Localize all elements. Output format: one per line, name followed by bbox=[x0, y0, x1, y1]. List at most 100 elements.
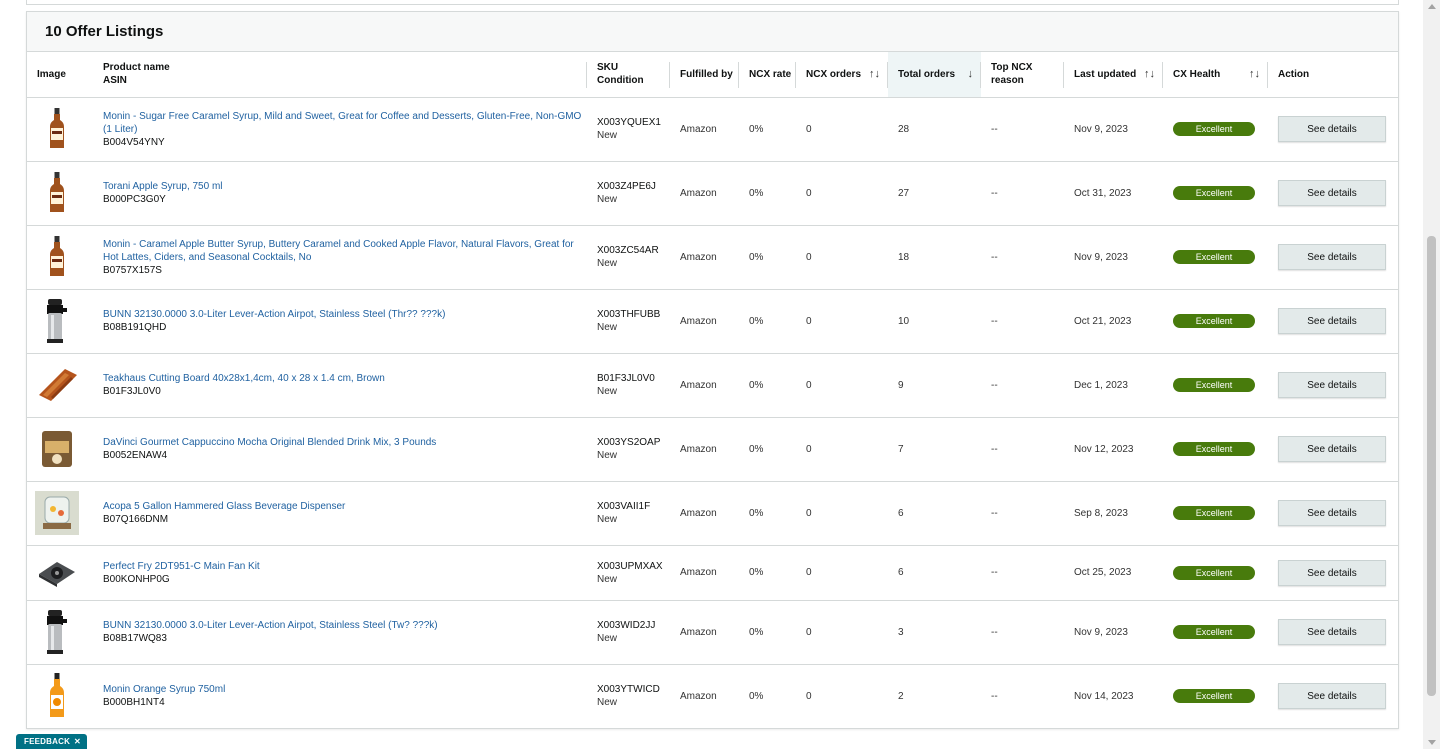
ncx-orders-cell: 0 bbox=[796, 289, 888, 354]
last-updated-cell: Oct 25, 2023 bbox=[1064, 545, 1163, 601]
product-cell: Teakhaus Cutting Board 40x28x1,4cm, 40 x… bbox=[93, 353, 587, 418]
condition-text: New bbox=[597, 573, 618, 585]
top-ncx-reason-cell: -- bbox=[981, 353, 1064, 418]
col-action-header: Action bbox=[1268, 52, 1398, 98]
product-name-link[interactable]: Teakhaus Cutting Board 40x28x1,4cm, 40 x… bbox=[103, 372, 587, 385]
ncx-rate-cell: 0% bbox=[739, 97, 796, 162]
asin-text: B07Q166DNM bbox=[103, 514, 169, 525]
action-cell: See details bbox=[1268, 289, 1398, 354]
beverage-dispenser-icon[interactable] bbox=[35, 491, 79, 535]
cx-health-cell: Excellent bbox=[1163, 545, 1268, 601]
cx-health-cell: Excellent bbox=[1163, 600, 1268, 665]
cutting-board-icon[interactable] bbox=[35, 363, 79, 407]
fulfilled-by-cell: Amazon bbox=[670, 481, 739, 546]
sku-text: X003YQUEX1 bbox=[597, 117, 661, 128]
action-cell: See details bbox=[1268, 600, 1398, 665]
ncx-rate-cell: 0% bbox=[739, 600, 796, 665]
top-ncx-reason-cell: -- bbox=[981, 481, 1064, 546]
feedback-tab[interactable]: FEEDBACK ✕ bbox=[16, 734, 87, 749]
col-ncx-orders-header[interactable]: NCX orders ↑↓ bbox=[796, 52, 888, 98]
product-image-cell bbox=[27, 97, 93, 162]
table-header-row: Image Product name ASIN SKU Condition Fulf… bbox=[27, 52, 1398, 98]
see-details-button[interactable]: See details bbox=[1278, 500, 1386, 526]
condition-header-label: Condition bbox=[597, 75, 644, 87]
syrup-bottle-icon[interactable] bbox=[35, 171, 79, 215]
condition-text: New bbox=[597, 130, 618, 141]
product-name-link[interactable]: DaVinci Gourmet Cappuccino Mocha Origina… bbox=[103, 436, 587, 449]
ncx-rate-cell: 0% bbox=[739, 161, 796, 226]
scroll-thumb[interactable] bbox=[1427, 236, 1436, 696]
see-details-button[interactable]: See details bbox=[1278, 619, 1386, 645]
see-details-button[interactable]: See details bbox=[1278, 372, 1386, 398]
total-orders-cell: 28 bbox=[888, 97, 981, 162]
top-ncx-reason-cell: -- bbox=[981, 545, 1064, 601]
cx-health-cell: Excellent bbox=[1163, 481, 1268, 546]
sort-icon[interactable]: ↑↓ bbox=[1249, 68, 1260, 81]
cx-health-cell: Excellent bbox=[1163, 161, 1268, 226]
syrup-bottle-icon[interactable] bbox=[35, 235, 79, 279]
sort-icon[interactable]: ↑↓ bbox=[1144, 68, 1155, 81]
orange-syrup-bottle-icon[interactable] bbox=[35, 673, 79, 718]
top-ncx-reason-cell: -- bbox=[981, 161, 1064, 226]
product-image-cell bbox=[27, 545, 93, 601]
sku-text: X003YTWICD bbox=[597, 684, 660, 695]
syrup-bottle-icon[interactable] bbox=[35, 107, 79, 151]
status-badge: Excellent bbox=[1173, 186, 1255, 200]
sku-cell: X003YS2OAP New bbox=[587, 417, 670, 482]
sku-cell: X003VAII1F New bbox=[587, 481, 670, 546]
scroll-down-icon[interactable] bbox=[1428, 740, 1436, 745]
last-updated-cell: Dec 1, 2023 bbox=[1064, 353, 1163, 418]
condition-text: New bbox=[597, 697, 618, 708]
col-product-header: Product name ASIN bbox=[93, 52, 587, 98]
table-row: Monin - Sugar Free Caramel Syrup, Mild a… bbox=[27, 97, 1398, 162]
product-name-link[interactable]: Acopa 5 Gallon Hammered Glass Beverage D… bbox=[103, 500, 587, 513]
airpot-icon[interactable] bbox=[35, 610, 79, 654]
last-updated-cell: Oct 21, 2023 bbox=[1064, 289, 1163, 354]
cx-health-cell: Excellent bbox=[1163, 225, 1268, 290]
last-updated-cell: Oct 31, 2023 bbox=[1064, 161, 1163, 226]
product-name-link[interactable]: Perfect Fry 2DT951-C Main Fan Kit bbox=[103, 560, 587, 573]
see-details-button[interactable]: See details bbox=[1278, 308, 1386, 334]
vertical-scrollbar[interactable] bbox=[1423, 0, 1440, 749]
ncx-rate-cell: 0% bbox=[739, 545, 796, 601]
see-details-button[interactable]: See details bbox=[1278, 180, 1386, 206]
see-details-button[interactable]: See details bbox=[1278, 559, 1386, 586]
col-ncx-rate-header: NCX rate bbox=[739, 52, 796, 98]
sku-cell: X003THFUBB New bbox=[587, 289, 670, 354]
see-details-button[interactable]: See details bbox=[1278, 683, 1386, 709]
sort-icon[interactable]: ↑↓ bbox=[869, 68, 880, 81]
product-cell: Perfect Fry 2DT951-C Main Fan Kit B00KONH… bbox=[93, 545, 587, 601]
asin-text: B000PC3G0Y bbox=[103, 194, 166, 205]
col-last-updated-header[interactable]: Last updated ↑↓ bbox=[1064, 52, 1163, 98]
total-orders-cell: 2 bbox=[888, 664, 981, 728]
fan-kit-icon[interactable] bbox=[35, 551, 79, 595]
see-details-button[interactable]: See details bbox=[1278, 436, 1386, 462]
top-ncx-reason-cell: -- bbox=[981, 225, 1064, 290]
fulfilled-by-cell: Amazon bbox=[670, 417, 739, 482]
airpot-icon[interactable] bbox=[35, 299, 79, 343]
last-updated-cell: Nov 9, 2023 bbox=[1064, 97, 1163, 162]
fulfilled-by-cell: Amazon bbox=[670, 225, 739, 290]
product-name-link[interactable]: Monin - Sugar Free Caramel Syrup, Mild a… bbox=[103, 110, 587, 136]
product-name-link[interactable]: Monin Orange Syrup 750ml bbox=[103, 683, 587, 696]
col-cx-health-header[interactable]: CX Health ↑↓ bbox=[1163, 52, 1268, 98]
product-cell: Torani Apple Syrup, 750 ml B000PC3G0Y bbox=[93, 161, 587, 226]
col-top-ncx-header: Top NCX reason bbox=[981, 52, 1064, 98]
sort-desc-icon[interactable]: ↓ bbox=[968, 68, 974, 81]
status-badge: Excellent bbox=[1173, 565, 1255, 580]
see-details-button[interactable]: See details bbox=[1278, 116, 1386, 142]
product-name-link[interactable]: BUNN 32130.0000 3.0-Liter Lever-Action A… bbox=[103, 619, 587, 632]
cx-health-cell: Excellent bbox=[1163, 289, 1268, 354]
close-icon[interactable]: ✕ bbox=[74, 737, 81, 746]
asin-text: B08B17WQ83 bbox=[103, 633, 167, 644]
col-total-orders-header[interactable]: Total orders ↓ bbox=[888, 52, 981, 98]
scroll-up-icon[interactable] bbox=[1428, 4, 1436, 9]
action-cell: See details bbox=[1268, 353, 1398, 418]
product-name-link[interactable]: BUNN 32130.0000 3.0-Liter Lever-Action A… bbox=[103, 308, 587, 321]
product-name-link[interactable]: Torani Apple Syrup, 750 ml bbox=[103, 180, 587, 193]
feedback-label[interactable]: FEEDBACK bbox=[24, 737, 70, 746]
see-details-button[interactable]: See details bbox=[1278, 244, 1386, 270]
drink-mix-bag-icon[interactable] bbox=[35, 427, 79, 471]
product-name-link[interactable]: Monin - Caramel Apple Butter Syrup, Butt… bbox=[103, 238, 587, 264]
condition-text: New bbox=[597, 386, 618, 397]
